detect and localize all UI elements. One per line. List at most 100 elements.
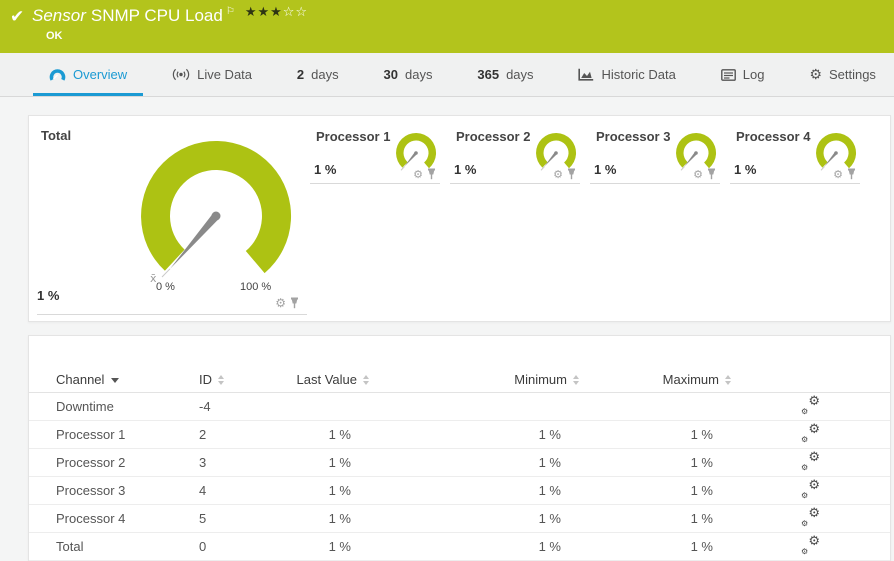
channel-name: Total [29,533,199,561]
gear-icon: ⚙ [809,68,822,82]
tab-label: days [506,67,533,82]
tab-label: days [311,67,338,82]
gauges-panel: Total x̄ 0 % 100 % 1 % ⚙ Processor 1 [28,115,891,322]
tab-historic-data[interactable]: Historic Data [562,53,691,96]
tab-2-days[interactable]: 2 days [281,53,355,96]
channel-id: 3 [199,449,274,477]
gauge-settings-gear-icon[interactable]: ⚙ [275,297,286,309]
channel-minimum: 1 % [369,533,579,561]
flag-icon[interactable]: ⚐ [226,6,235,17]
processor-1-gauge-cell: Processor 1 1 % ⚙ [310,129,440,184]
title-prefix: Sensor [32,6,86,25]
processor-gauge-value: 1 % [594,162,616,177]
tab-label: Settings [829,67,876,82]
sort-icon [573,375,579,385]
channel-name: Processor 2 [29,449,199,477]
total-gauge-cell: Total x̄ 0 % 100 % 1 % ⚙ [37,124,307,315]
channel-minimum: 1 % [369,477,579,505]
gauge-icon [49,68,66,82]
channel-maximum: 1 % [579,449,731,477]
processor-3-gauge-cell: Processor 3 1 % ⚙ [590,129,720,184]
tab-settings[interactable]: ⚙ Settings [793,53,892,96]
column-header-last-value[interactable]: Last Value [274,366,369,393]
channel-maximum: 1 % [579,421,731,449]
table-row: Processor 1 2 1 % 1 % 1 % ⚙⚙ [29,421,890,449]
processor-4-gauge-cell: Processor 4 1 % ⚙ [730,129,860,184]
tab-label: Live Data [197,67,252,82]
table-row: Processor 4 5 1 % 1 % 1 % ⚙⚙ [29,505,890,533]
gauge-settings-gear-icon[interactable]: ⚙ [693,169,703,180]
channel-id: 4 [199,477,274,505]
channel-name: Processor 3 [29,477,199,505]
tab-30-days[interactable]: 30 days [368,53,449,96]
tab-365-days[interactable]: 365 days [461,53,549,96]
channel-settings-icon[interactable]: ⚙⚙ [801,398,820,415]
pin-icon[interactable] [290,297,299,309]
channel-minimum: 1 % [369,505,579,533]
channel-settings-icon[interactable]: ⚙⚙ [801,482,820,499]
channel-last-value: 1 % [274,477,369,505]
tab-label: Overview [73,67,127,82]
channel-settings-icon[interactable]: ⚙⚙ [801,426,820,443]
column-header-id[interactable]: ID [199,366,274,393]
total-gauge-label: Total [41,128,71,143]
log-icon [721,69,736,81]
channel-maximum: 1 % [579,505,731,533]
channel-maximum: 1 % [579,477,731,505]
total-gauge: x̄ [131,129,301,289]
priority-stars[interactable]: ★★★☆☆ [245,5,308,20]
processor-gauge-value: 1 % [314,162,336,177]
channel-settings-icon[interactable]: ⚙⚙ [801,454,820,471]
processor-gauge-label: Processor 2 [456,129,530,144]
pin-icon[interactable] [847,168,856,180]
live-data-icon [172,68,190,81]
channel-settings-icon[interactable]: ⚙⚙ [801,538,820,555]
status-check-icon: ✔ [10,7,24,27]
processor-2-gauge-cell: Processor 2 1 % ⚙ [450,129,580,184]
page-title: SensorSNMP CPU Load⚐★★★☆☆ [32,6,308,26]
tab-live-data[interactable]: Live Data [156,53,268,96]
tab-number: 30 [384,67,398,82]
tab-label: Log [743,67,765,82]
gauge-settings-gear-icon[interactable]: ⚙ [553,169,563,180]
status-badge: OK [46,30,63,42]
processor-gauge-label: Processor 1 [316,129,390,144]
tab-number: 365 [477,67,499,82]
priority-stars-filled: ★★★ [245,5,283,20]
channel-last-value: 1 % [274,505,369,533]
sort-desc-icon [111,378,119,383]
pin-icon[interactable] [567,168,576,180]
column-header-maximum[interactable]: Maximum [579,366,731,393]
processor-gauge-label: Processor 3 [596,129,670,144]
gauge-settings-gear-icon[interactable]: ⚙ [833,169,843,180]
channel-settings-icon[interactable]: ⚙⚙ [801,510,820,527]
pin-icon[interactable] [427,168,436,180]
channel-minimum: 1 % [369,449,579,477]
tab-bar: Overview Live Data 2 days 30 days 365 da… [0,53,894,97]
channel-name: Processor 4 [29,505,199,533]
sort-icon [218,375,224,385]
table-header-row: Channel ID Last Value Minimum Maximum [29,366,890,393]
sort-icon [363,375,369,385]
pin-icon[interactable] [707,168,716,180]
sensor-status-header: ✔ SensorSNMP CPU Load⚐★★★☆☆ OK [0,0,894,53]
channel-last-value: 1 % [274,533,369,561]
tab-log[interactable]: Log [705,53,781,96]
channel-last-value: 1 % [274,449,369,477]
tab-label: Historic Data [601,67,675,82]
column-header-minimum[interactable]: Minimum [369,366,579,393]
channel-maximum: 1 % [579,533,731,561]
channel-id: 0 [199,533,274,561]
tab-overview[interactable]: Overview [33,53,143,96]
tab-label: days [405,67,432,82]
gauge-scale-min: 0 % [156,281,175,293]
column-header-channel[interactable]: Channel [29,366,199,393]
gauge-settings-gear-icon[interactable]: ⚙ [413,169,423,180]
channels-panel: Channel ID Last Value Minimum Maximum Do… [28,335,891,561]
tab-number: 2 [297,67,304,82]
processor-gauge-label: Processor 4 [736,129,810,144]
processor-gauge-value: 1 % [734,162,756,177]
channel-name: Downtime [29,393,199,421]
sort-icon [725,375,731,385]
channel-id: 2 [199,421,274,449]
